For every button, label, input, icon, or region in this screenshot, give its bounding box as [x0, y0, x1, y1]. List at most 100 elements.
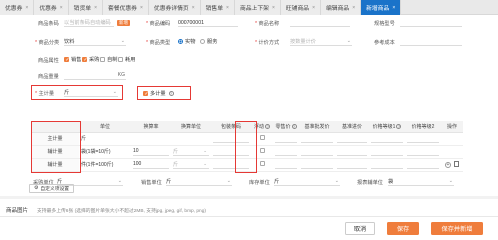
custom-settings-button[interactable]: ⚙ 自定义项设置 [29, 184, 75, 193]
tab-shelf[interactable]: 商品上下架 × [234, 0, 281, 15]
tab-sales-note[interactable]: 销货单 × [68, 0, 103, 15]
tab-sales-order[interactable]: 销售单 × [200, 0, 235, 15]
save-button[interactable]: 保存 [387, 222, 419, 235]
tab-bar: 优惠券 × 优惠券 × 销货单 × 套餐优惠券 × 优惠券详情页 × 销售单 × 商品上下架… [0, 0, 498, 15]
barcode-input[interactable]: 以当前条码自动编码 [64, 19, 114, 27]
wholesale-cell[interactable] [299, 145, 335, 159]
checkbox-box [64, 57, 70, 63]
ref-cost-input[interactable] [400, 38, 462, 46]
close-icon[interactable]: × [272, 5, 275, 11]
attr-checkbox-consume[interactable]: 耗用 [118, 56, 135, 63]
level2-cell[interactable] [405, 158, 441, 172]
checkbox-box [82, 57, 88, 63]
rate-cell[interactable]: 100 [131, 158, 171, 172]
spec-input[interactable] [400, 19, 462, 27]
level2-cell[interactable] [405, 145, 441, 159]
chevron-down-icon: ⌄ [120, 38, 125, 44]
chevron-down-icon: ⌄ [334, 178, 339, 184]
chevron-down-icon: ⌄ [117, 178, 122, 184]
cancel-button[interactable]: 取消 [345, 222, 375, 235]
add-row-icon[interactable]: + [445, 161, 451, 168]
radio-dot [200, 39, 205, 44]
type-radio-service[interactable]: 服务 [200, 38, 217, 45]
ref-cost-label: 参考成本 [374, 40, 395, 46]
checkbox-box [100, 57, 105, 62]
barcode-new-button[interactable]: 新增 [117, 20, 130, 26]
name-input[interactable] [290, 19, 350, 27]
close-icon[interactable]: × [60, 5, 63, 11]
tab-combo-coupon[interactable]: 套餐优惠券 × [102, 0, 149, 15]
close-icon[interactable]: × [192, 5, 195, 11]
level1-cell[interactable] [369, 145, 405, 159]
conv-unit-cell[interactable]: 斤 ⌄ [171, 145, 211, 159]
pricing-label: * 计价方式 [255, 40, 280, 46]
close-icon[interactable]: × [312, 5, 315, 11]
close-icon[interactable]: × [94, 5, 97, 11]
tab-shop-goods[interactable]: 旺铺商品 × [280, 0, 321, 15]
trash-icon[interactable] [454, 161, 459, 168]
name-label: * 商品名称 [255, 21, 280, 27]
float-checkbox[interactable] [259, 161, 265, 166]
tab-coupon-2[interactable]: 优惠券 × [34, 0, 69, 15]
tab-label: 优惠券 [39, 6, 57, 12]
tab-label: 新增商品 [366, 6, 390, 12]
cost-cell[interactable] [335, 145, 369, 159]
conv-unit-cell[interactable]: 斤 ⌄ [171, 158, 211, 172]
col-header-retail: 零售价? [273, 121, 299, 133]
tab-new-goods[interactable]: 新增商品 × [361, 0, 402, 15]
rate-cell[interactable]: 10 [131, 145, 171, 159]
footer-bar [0, 216, 498, 240]
level1-cell[interactable] [369, 158, 405, 172]
col-header-level1: 价格等级1? [369, 121, 405, 133]
sales-unit-label: 销售单位 [141, 180, 162, 186]
col-header-unit: 单位 [79, 121, 131, 133]
tab-coupon-detail[interactable]: 优惠券详情页 × [148, 0, 201, 15]
type-radio-physical[interactable]: 实物 [178, 38, 195, 45]
close-icon[interactable]: × [140, 5, 143, 11]
close-icon[interactable]: × [392, 5, 395, 11]
multi-unit-checkbox[interactable]: 多计量? [143, 90, 174, 97]
tab-edit-goods[interactable]: 编辑商品 × [321, 0, 362, 15]
type-label: * 商品类型 [146, 40, 171, 46]
chevron-down-icon: ⌄ [203, 148, 207, 153]
code-input[interactable]: 000700001 [178, 19, 238, 27]
tab-label: 销售单 [205, 6, 224, 12]
report-unit-select[interactable]: 袋 ⌄ [388, 178, 454, 186]
form-content: 商品条码 以当前条码自动编码 新增 * 商品编码 000700001 * 商品名… [0, 15, 498, 240]
tab-label: 套餐优惠券 [107, 6, 137, 12]
level2-cell[interactable] [405, 132, 441, 146]
main-unit-label: * 主计量 [35, 91, 55, 97]
weight-label: 商品重量 [38, 74, 59, 80]
tab-coupon-1[interactable]: 优惠券 × [0, 0, 35, 15]
col-header-cost: 基准进价 [335, 121, 369, 133]
float-checkbox[interactable] [259, 135, 265, 140]
cost-cell[interactable] [335, 158, 369, 172]
help-icon: ? [265, 123, 270, 129]
col-header-conv-unit: 换算单位 [171, 121, 211, 133]
stock-unit-select[interactable]: 斤 ⌄ [274, 178, 340, 186]
retail-cell[interactable] [273, 145, 299, 159]
close-icon[interactable]: × [352, 5, 355, 11]
main-unit-select[interactable]: 斤 ⌄ [64, 89, 118, 97]
retail-cell[interactable] [273, 158, 299, 172]
close-icon[interactable]: × [226, 5, 229, 11]
save-and-new-button[interactable]: 保存并新增 [431, 222, 483, 235]
close-icon[interactable]: × [25, 5, 28, 11]
attr-checkbox-purchase[interactable]: 采购 [82, 56, 99, 63]
wholesale-cell[interactable] [299, 158, 335, 172]
float-checkbox[interactable] [259, 148, 265, 153]
chevron-down-icon: ⌄ [226, 178, 231, 184]
sales-unit-select[interactable]: 斤 ⌄ [166, 178, 232, 186]
level1-cell[interactable] [369, 132, 405, 146]
row-unit: 斤 [79, 132, 131, 146]
category-select[interactable]: 饮料 ⌄ [64, 38, 126, 46]
weight-input[interactable]: KG [64, 72, 126, 80]
category-label: * 商品分类 [35, 40, 60, 46]
wholesale-cell[interactable] [299, 132, 335, 146]
highlight-unit-types [31, 121, 81, 173]
retail-cell[interactable] [273, 132, 299, 146]
attr-checkbox-selfmade[interactable]: 自制 [100, 56, 117, 63]
pricing-select[interactable]: 按数量计价 ⌄ [290, 38, 352, 46]
cost-cell[interactable] [335, 132, 369, 146]
attr-checkbox-sale[interactable]: 销售 [64, 56, 81, 63]
